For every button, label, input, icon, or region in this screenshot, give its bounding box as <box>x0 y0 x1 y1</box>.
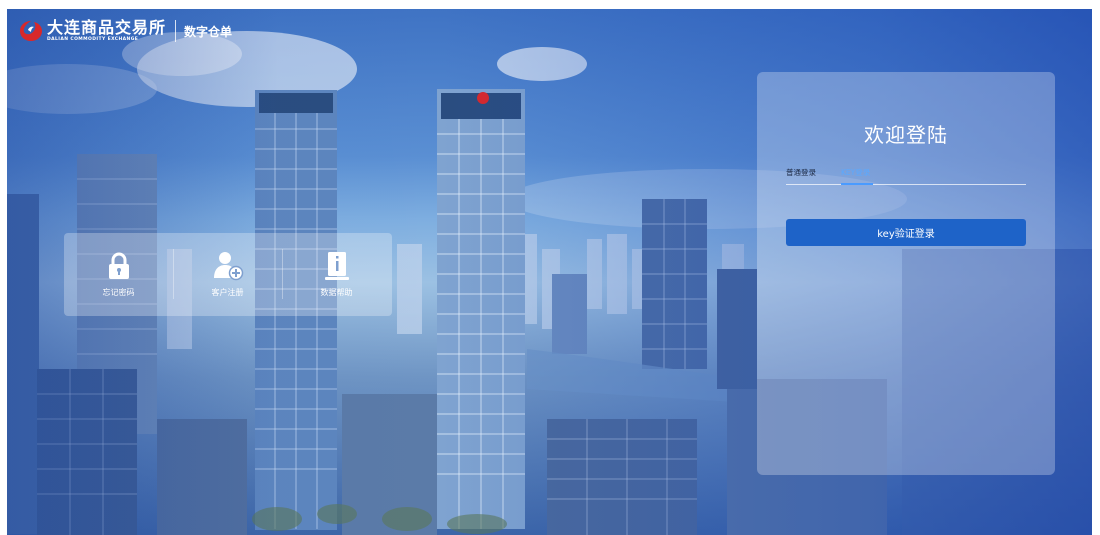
login-card: 欢迎登陆 普通登录 KEY登录 key验证登录 <box>757 72 1055 475</box>
data-help-link[interactable]: 数据帮助 <box>282 233 391 316</box>
brand-name-en: DALIAN COMMODITY EXCHANGE <box>47 37 139 42</box>
data-help-label: 数据帮助 <box>320 288 353 297</box>
brand-name: 大连商品交易所 DALIAN COMMODITY EXCHANGE <box>47 20 166 43</box>
active-tab-indicator <box>841 183 873 185</box>
header-divider <box>175 20 177 43</box>
page-frame: 大连商品交易所 DALIAN COMMODITY EXCHANGE 数字仓单 忘… <box>0 0 1100 535</box>
customer-register-link[interactable]: 客户注册 <box>173 233 282 316</box>
quick-actions-divider <box>282 249 283 299</box>
login-title: 欢迎登陆 <box>864 123 948 147</box>
lock-icon <box>108 252 129 279</box>
quick-actions-divider <box>173 249 174 299</box>
key-login-button[interactable]: key验证登录 <box>786 219 1026 246</box>
login-tabs: 普通登录 KEY登录 <box>786 165 1026 185</box>
tab-key-login[interactable]: KEY登录 <box>841 167 870 178</box>
brand-name-cn: 大连商品交易所 <box>47 18 167 37</box>
site-header: 大连商品交易所 DALIAN COMMODITY EXCHANGE 数字仓单 <box>19 20 232 43</box>
tab-normal-login[interactable]: 普通登录 <box>786 167 816 178</box>
system-subtitle: 数字仓单 <box>184 24 233 39</box>
quick-actions-panel: 忘记密码 客户注册 数据帮助 <box>64 233 392 316</box>
background-city-image: 大连商品交易所 DALIAN COMMODITY EXCHANGE 数字仓单 忘… <box>7 9 1092 535</box>
exchange-logo-icon <box>20 21 42 42</box>
forgot-password-label: 忘记密码 <box>102 288 135 297</box>
info-document-icon <box>324 252 349 280</box>
forgot-password-link[interactable]: 忘记密码 <box>64 233 173 316</box>
user-add-icon <box>213 252 243 281</box>
customer-register-label: 客户注册 <box>211 288 244 297</box>
